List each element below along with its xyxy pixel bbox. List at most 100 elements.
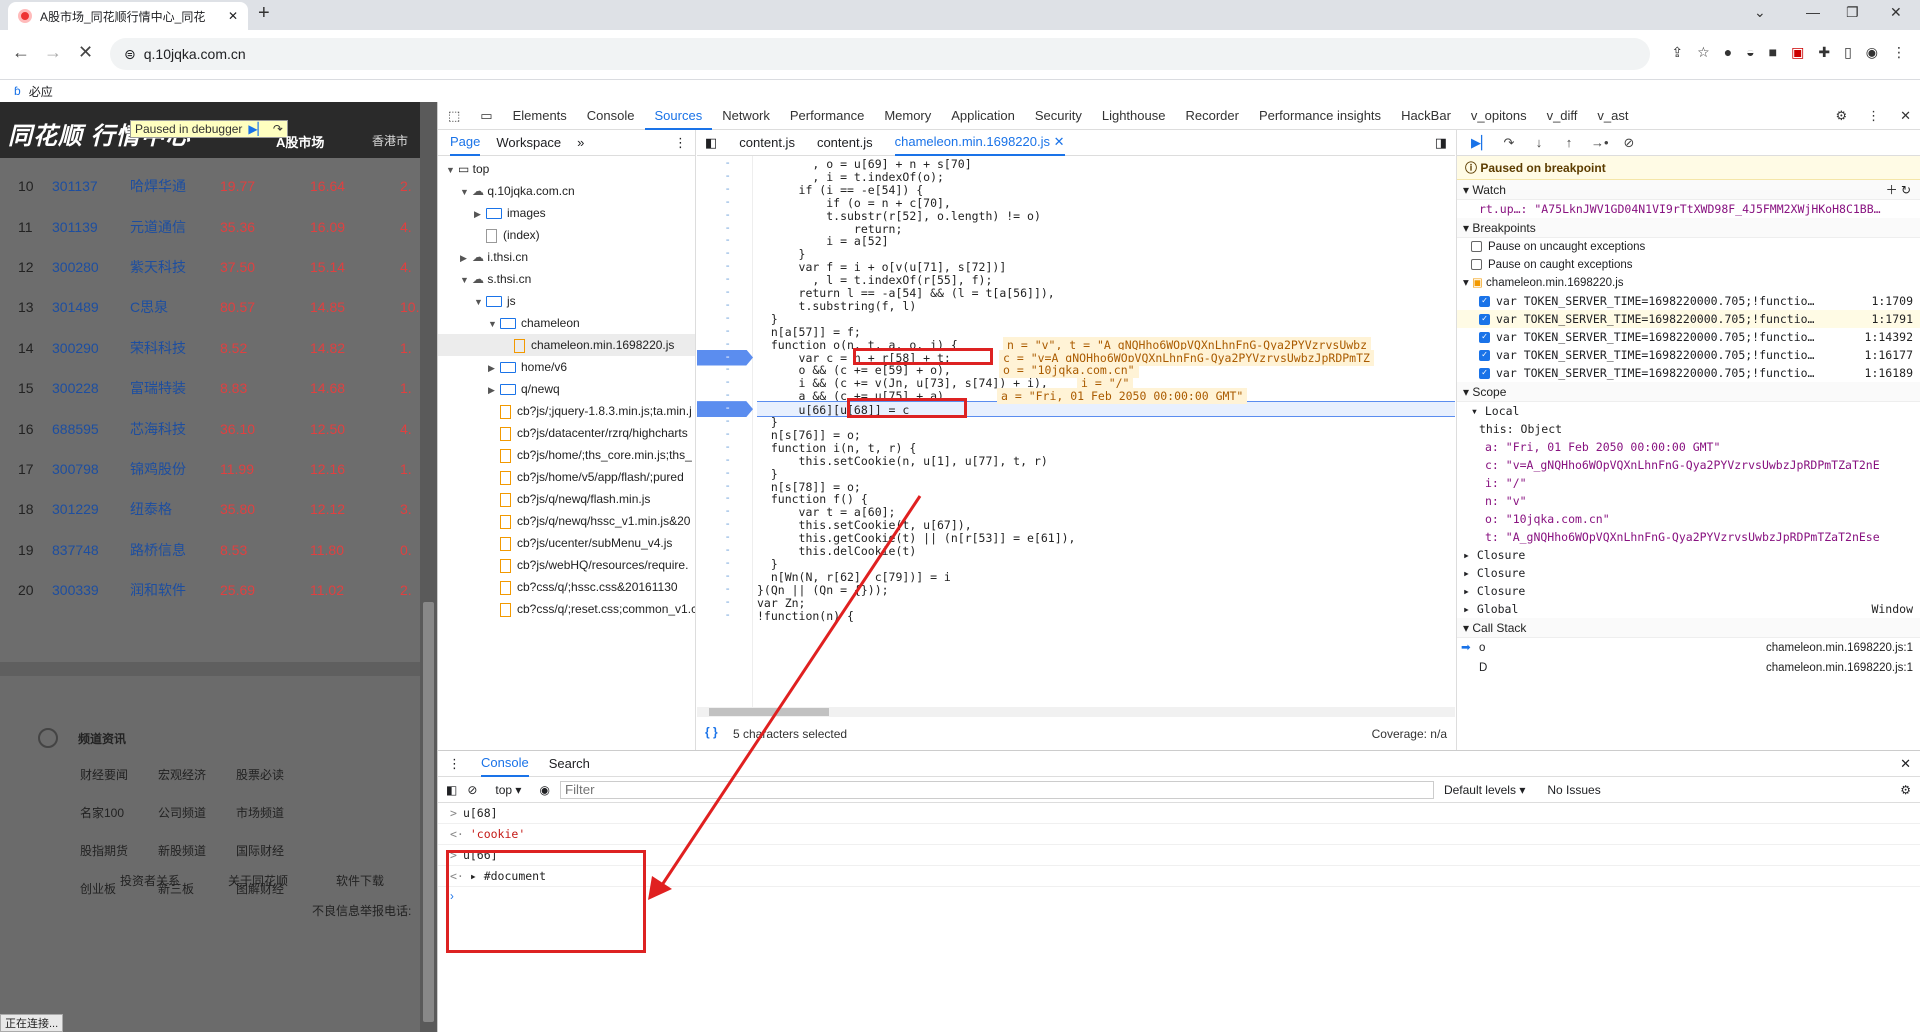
toggle-navigator-icon[interactable]: ◧ [705, 135, 717, 151]
checkbox[interactable]: ✓ [1479, 314, 1490, 325]
extension-icon[interactable]: ■ [1769, 44, 1777, 61]
code-editor[interactable]: ------------------------------------ , o… [697, 156, 1455, 712]
tree-item[interactable]: ▼ ☁ q.10jqka.com.cn [438, 180, 695, 202]
tab-performance-insights[interactable]: Performance insights [1249, 102, 1391, 130]
console-filter-input[interactable] [559, 780, 1434, 799]
table-row[interactable]: 17 300798 锦鸡股份 11.99 12.16 1. [0, 449, 420, 489]
call-stack-header[interactable]: ▾ Call Stack [1457, 618, 1920, 638]
expand-arrow-icon[interactable]: ▶ [460, 247, 472, 268]
footer-channel-link[interactable]: 国际财经 [236, 842, 284, 859]
horizontal-scrollbar[interactable] [697, 707, 1455, 717]
breakpoint-item[interactable]: ✓ var TOKEN_SERVER_TIME=1698220000.705;!f… [1457, 346, 1920, 364]
forward-icon[interactable]: → [44, 42, 62, 63]
scrollbar-thumb[interactable] [423, 602, 434, 1022]
tree-item[interactable]: ▼ ▭ top [438, 158, 695, 180]
tab-hackbar[interactable]: HackBar [1391, 102, 1461, 130]
watch-expression[interactable]: rt.up…: "A75LknJWV1GD04N1VI9rTtXWD98F_4J… [1457, 200, 1920, 218]
footer-link[interactable]: 投资者关系 [120, 872, 180, 889]
tab-console[interactable]: Console [577, 102, 645, 130]
browser-tab[interactable]: A股市场_同花顺行情中心_同花 ✕ [8, 2, 248, 30]
console-entry[interactable]: <· 'cookie' [438, 824, 1920, 845]
step-out-icon[interactable]: ↑ [1561, 135, 1577, 151]
tree-item[interactable]: cb?css/q/;reset.css;common_v1.c [438, 598, 695, 620]
expand-arrow-icon[interactable]: ▼ [474, 291, 486, 312]
toggle-debugger-icon[interactable]: ◨ [1435, 135, 1447, 151]
tab-search-icon[interactable]: ⌄ [1754, 4, 1766, 21]
line-gutter[interactable]: ------------------------------------ [697, 156, 753, 712]
inspect-element-icon[interactable]: ⬚ [438, 102, 470, 130]
table-row[interactable]: 20 300339 润和软件 25.69 11.02 2. [0, 570, 420, 610]
tree-item[interactable]: cb?js/q/newq/flash.min.js [438, 488, 695, 510]
checkbox[interactable] [1471, 241, 1482, 253]
scope-variable[interactable]: a: "Fri, 01 Feb 2050 00:00:00 GMT" [1457, 438, 1920, 456]
sidebar-toggle-icon[interactable]: ◧ [446, 783, 457, 797]
editor-tab-active[interactable]: chameleon.min.1698220.js ✕ [894, 130, 1065, 156]
checkbox[interactable]: ✓ [1479, 332, 1490, 343]
tree-item[interactable]: ▶ q/newq [438, 378, 695, 400]
breakpoint-item[interactable]: ✓ var TOKEN_SERVER_TIME=1698220000.705;!f… [1457, 328, 1920, 346]
tab-page[interactable]: Page [450, 130, 481, 156]
checkbox[interactable]: ✓ [1479, 296, 1490, 307]
breakpoints-header[interactable]: ▾ Breakpoints [1457, 218, 1920, 238]
site-info-icon[interactable]: ⊜ [124, 46, 136, 63]
footer-channel-link[interactable]: 创业板 [80, 880, 116, 897]
issues-counter[interactable]: No Issues [1547, 783, 1600, 797]
tab-v_ast[interactable]: v_ast [1587, 102, 1638, 130]
watch-header[interactable]: ▾ Watch ＋ ↻ [1457, 180, 1920, 200]
context-selector[interactable]: top ▾ [487, 783, 529, 797]
tab-performance[interactable]: Performance [780, 102, 874, 130]
tree-item[interactable]: cb?js/ucenter/subMenu_v4.js [438, 532, 695, 554]
tab-sources[interactable]: Sources [644, 102, 713, 130]
scope-header[interactable]: ▾ Scope [1457, 382, 1920, 402]
scope-variable[interactable]: c: "v=A_gNQHho6WOpVQXnLhnFnG-Qya2PYVzrvs… [1457, 456, 1920, 474]
table-row[interactable]: 13 301489 C思泉 80.57 14.85 10. [0, 287, 420, 327]
table-row[interactable]: 11 301139 元道通信 35.36 16.09 4. [0, 206, 420, 246]
checkbox[interactable]: ✓ [1479, 350, 1490, 361]
tree-item[interactable]: cb?js/datacenter/rzrq/highcharts [438, 422, 695, 444]
tree-item[interactable]: ▶ images [438, 202, 695, 224]
call-frame[interactable]: ➡ o chameleon.min.1698220.js:1 [1457, 638, 1920, 658]
breakpoint-file-header[interactable]: ▾ ▣ chameleon.min.1698220.js [1457, 274, 1920, 292]
clear-console-icon[interactable]: ⊘ [467, 783, 477, 797]
expand-arrow-icon[interactable]: ▼ [460, 181, 472, 202]
console-entry[interactable]: > u[68] [438, 803, 1920, 824]
closure-scope[interactable]: ▸ Closure [1457, 582, 1920, 600]
scope-variable[interactable]: i: "/" [1457, 474, 1920, 492]
expand-arrow-icon[interactable]: ▼ [488, 313, 500, 334]
side-panel-icon[interactable]: ▯ [1844, 44, 1852, 61]
breakpoint-item[interactable]: ✓ var TOKEN_SERVER_TIME=1698220000.705;!f… [1457, 292, 1920, 310]
nav-hk[interactable]: 香港市 [372, 132, 408, 149]
tree-item[interactable]: ▼ ☁ s.thsi.cn [438, 268, 695, 290]
expand-arrow-icon[interactable]: ▼ [460, 269, 472, 290]
devtools-menu-icon[interactable]: ⋮ [1857, 102, 1890, 130]
console-settings-icon[interactable]: ⚙ [1900, 783, 1911, 797]
step-into-icon[interactable]: ↓ [1531, 135, 1547, 151]
footer-link[interactable]: 关于同花顺 [228, 872, 288, 889]
add-watch-icon[interactable]: ＋ ↻ [1886, 180, 1911, 200]
tab-security[interactable]: Security [1025, 102, 1092, 130]
local-scope-header[interactable]: ▾ Local [1457, 402, 1920, 420]
step-over-icon[interactable]: ↷ [1501, 135, 1517, 151]
settings-gear-icon[interactable]: ⚙ [1825, 102, 1857, 130]
tab-recorder[interactable]: Recorder [1175, 102, 1248, 130]
bookmark-bing[interactable]: 必应 [29, 83, 53, 100]
address-bar[interactable]: ⊜ q.10jqka.com.cn [110, 38, 1650, 70]
resume-icon[interactable]: ▶▏ [1471, 135, 1491, 151]
step-icon[interactable]: →• [1591, 135, 1609, 151]
menu-kebab-icon[interactable]: ⋮ [1892, 44, 1906, 61]
puzzle-extensions-icon[interactable]: ✚ [1818, 44, 1830, 61]
pause-uncaught-option[interactable]: Pause on uncaught exceptions [1457, 238, 1920, 256]
table-row[interactable]: 19 837748 路桥信息 8.53 11.80 0. [0, 530, 420, 570]
pause-caught-option[interactable]: Pause on caught exceptions [1457, 256, 1920, 274]
tree-item[interactable]: cb?js/q/newq/hssc_v1.min.js&20 [438, 510, 695, 532]
tab-lighthouse[interactable]: Lighthouse [1092, 102, 1176, 130]
closure-scope[interactable]: ▸ Closure [1457, 564, 1920, 582]
tab-application[interactable]: Application [941, 102, 1025, 130]
footer-link[interactable]: 软件下载 [336, 872, 384, 889]
scope-variable[interactable]: t: "A_gNQHho6WOpVQXnLhnFnG-Qya2PYVzrvsUw… [1457, 528, 1920, 546]
footer-channel-link[interactable]: 名家100 [80, 804, 124, 821]
nav-a-share[interactable]: A股市场 [276, 132, 324, 151]
tree-item[interactable]: (index) [438, 224, 695, 246]
navigator-menu-icon[interactable]: ⋮ [674, 135, 687, 151]
footer-channel-link[interactable]: 公司频道 [158, 804, 206, 821]
